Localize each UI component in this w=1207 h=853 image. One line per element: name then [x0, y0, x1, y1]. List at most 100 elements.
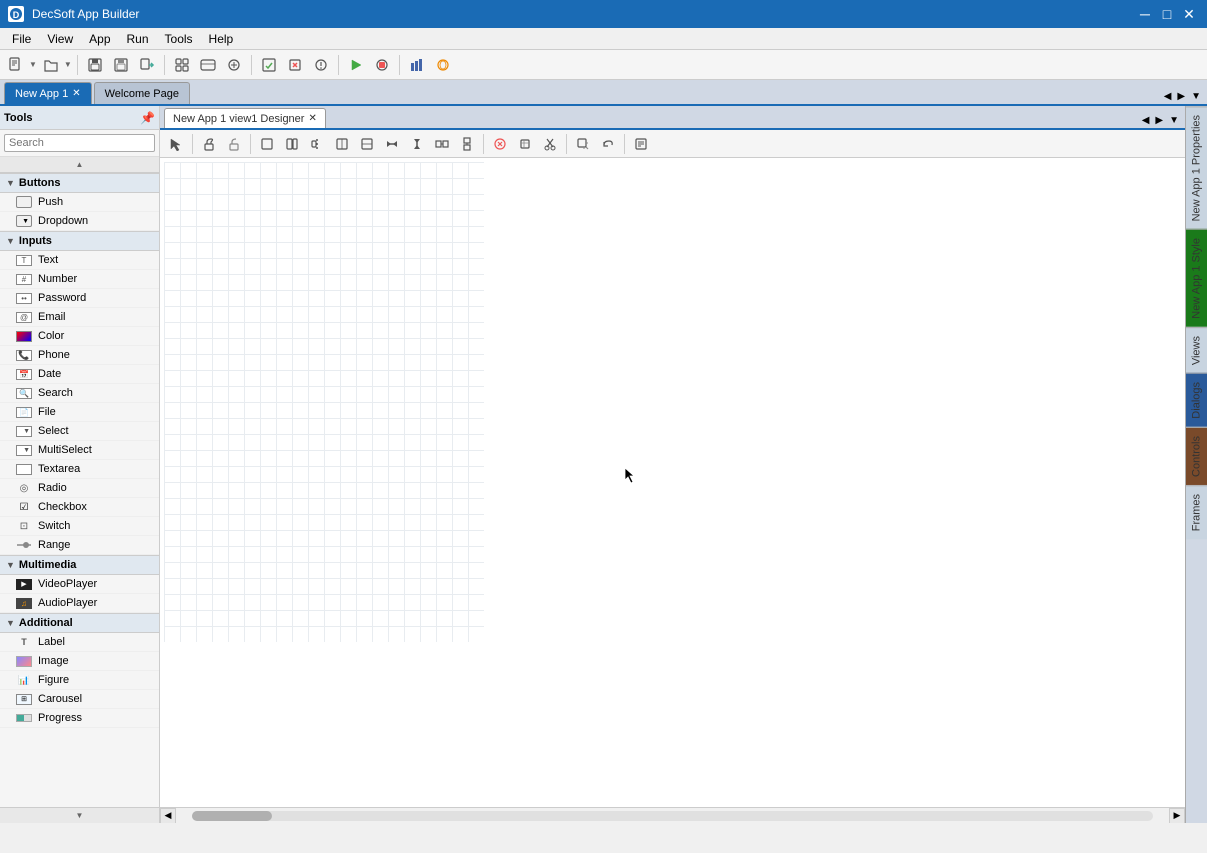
- tab-new-app-1[interactable]: New App 1 ✕: [4, 82, 92, 104]
- category-multimedia[interactable]: ▼ Multimedia: [0, 555, 159, 575]
- tool-switch[interactable]: ⊡ Switch: [0, 517, 159, 536]
- dt-btn3[interactable]: [305, 132, 329, 156]
- tool-number[interactable]: # Number: [0, 270, 159, 289]
- tool-progress[interactable]: Progress: [0, 709, 159, 728]
- stop-button[interactable]: [370, 53, 394, 77]
- maximize-button[interactable]: □: [1157, 4, 1177, 24]
- tab-new-app-1-close[interactable]: ✕: [72, 88, 80, 99]
- run-button[interactable]: [344, 53, 368, 77]
- tool-videoplayer[interactable]: ▶ VideoPlayer: [0, 575, 159, 594]
- debug-button[interactable]: [431, 53, 455, 77]
- tab-nav-menu[interactable]: ▼: [1189, 89, 1203, 104]
- new-dropdown[interactable]: ▼: [4, 53, 37, 77]
- category-additional[interactable]: ▼ Additional: [0, 613, 159, 633]
- panel-style[interactable]: New App 1 Style: [1186, 229, 1207, 327]
- dt-btn1[interactable]: [255, 132, 279, 156]
- tool-image[interactable]: Image: [0, 652, 159, 671]
- category-buttons[interactable]: ▼ Buttons: [0, 173, 159, 193]
- dt-btn8[interactable]: [430, 132, 454, 156]
- new-button[interactable]: [4, 53, 28, 77]
- panel-dialogs[interactable]: Dialogs: [1186, 373, 1207, 427]
- tool-label[interactable]: T Label: [0, 633, 159, 652]
- tool-audioplayer[interactable]: ♫ AudioPlayer: [0, 594, 159, 613]
- save-as-button[interactable]: [109, 53, 133, 77]
- tool-color[interactable]: Color: [0, 327, 159, 346]
- menu-help[interactable]: Help: [201, 28, 242, 49]
- tb-btn-9[interactable]: [283, 53, 307, 77]
- designer-tab-view1-close[interactable]: ✕: [308, 113, 316, 124]
- panel-controls[interactable]: Controls: [1186, 427, 1207, 485]
- hscroll-track[interactable]: [192, 811, 1153, 821]
- tab-nav-right[interactable]: ▶: [1175, 89, 1187, 104]
- menu-file[interactable]: File: [4, 28, 39, 49]
- panel-properties[interactable]: New App 1 Properties: [1186, 106, 1207, 229]
- menu-app[interactable]: App: [81, 28, 118, 49]
- close-button[interactable]: ✕: [1179, 4, 1199, 24]
- tools-scroll-up[interactable]: ▲: [0, 157, 159, 173]
- export-button[interactable]: [135, 53, 159, 77]
- minimize-button[interactable]: ─: [1135, 4, 1155, 24]
- open-dropdown[interactable]: ▼: [39, 53, 72, 77]
- dt-lock[interactable]: [197, 132, 221, 156]
- tool-range[interactable]: Range: [0, 536, 159, 555]
- tb-btn-6[interactable]: [196, 53, 220, 77]
- panel-views[interactable]: Views: [1186, 327, 1207, 373]
- dt-select[interactable]: [164, 132, 188, 156]
- tab-nav-left[interactable]: ◀: [1162, 89, 1174, 104]
- hscroll-right[interactable]: ▶: [1169, 808, 1185, 824]
- designer-nav-menu[interactable]: ▼: [1167, 113, 1181, 128]
- save-button[interactable]: [83, 53, 107, 77]
- tb-btn-7[interactable]: [222, 53, 246, 77]
- dt-btn6[interactable]: [380, 132, 404, 156]
- dt-unlock[interactable]: [222, 132, 246, 156]
- open-dropdown-arrow[interactable]: ▼: [64, 60, 72, 69]
- menu-run[interactable]: Run: [119, 28, 157, 49]
- dt-resize[interactable]: [571, 132, 595, 156]
- tool-password[interactable]: •• Password: [0, 289, 159, 308]
- tb-btn-10[interactable]: [309, 53, 333, 77]
- tool-search[interactable]: 🔍 Search: [0, 384, 159, 403]
- category-inputs[interactable]: ▼ Inputs: [0, 231, 159, 251]
- tool-select[interactable]: ▼ Select: [0, 422, 159, 441]
- dt-btn11[interactable]: [513, 132, 537, 156]
- dt-btn5[interactable]: [355, 132, 379, 156]
- designer-tab-view1[interactable]: New App 1 view1 Designer ✕: [164, 108, 326, 128]
- menu-tools[interactable]: Tools: [157, 28, 201, 49]
- tools-search-input[interactable]: [4, 134, 155, 152]
- build-button[interactable]: [405, 53, 429, 77]
- panel-frames[interactable]: Frames: [1186, 485, 1207, 539]
- designer-nav-left[interactable]: ◀: [1140, 113, 1152, 128]
- tool-push[interactable]: Push: [0, 193, 159, 212]
- tool-multiselect[interactable]: ▼ MultiSelect: [0, 441, 159, 460]
- dt-btn10[interactable]: [488, 132, 512, 156]
- tb-btn-8[interactable]: [257, 53, 281, 77]
- tool-textarea[interactable]: Textarea: [0, 460, 159, 479]
- menu-view[interactable]: View: [39, 28, 81, 49]
- dt-btn4[interactable]: [330, 132, 354, 156]
- dt-btn7[interactable]: [405, 132, 429, 156]
- tool-date[interactable]: 📅 Date: [0, 365, 159, 384]
- tool-file[interactable]: 📄 File: [0, 403, 159, 422]
- tool-radio[interactable]: ◎ Radio: [0, 479, 159, 498]
- new-dropdown-arrow[interactable]: ▼: [29, 60, 37, 69]
- tools-scroll-down[interactable]: ▼: [0, 807, 159, 823]
- tools-pin-icon[interactable]: 📌: [140, 111, 155, 125]
- designer-nav-right[interactable]: ▶: [1153, 113, 1165, 128]
- tb-btn-5[interactable]: [170, 53, 194, 77]
- dt-btn9[interactable]: [455, 132, 479, 156]
- dt-cut[interactable]: [538, 132, 562, 156]
- dt-undo[interactable]: [596, 132, 620, 156]
- tool-figure[interactable]: 📊 Figure: [0, 671, 159, 690]
- tool-carousel[interactable]: ⊞ Carousel: [0, 690, 159, 709]
- open-button[interactable]: [39, 53, 63, 77]
- tab-welcome-page[interactable]: Welcome Page: [94, 82, 190, 104]
- tool-text[interactable]: T Text: [0, 251, 159, 270]
- hscroll-thumb[interactable]: [192, 811, 272, 821]
- tool-checkbox[interactable]: ☑ Checkbox: [0, 498, 159, 517]
- canvas-area[interactable]: [160, 158, 1185, 807]
- tool-dropdown[interactable]: ▼ Dropdown: [0, 212, 159, 231]
- dt-btn2[interactable]: [280, 132, 304, 156]
- dt-props[interactable]: [629, 132, 653, 156]
- hscroll-left[interactable]: ◀: [160, 808, 176, 824]
- tool-phone[interactable]: 📞 Phone: [0, 346, 159, 365]
